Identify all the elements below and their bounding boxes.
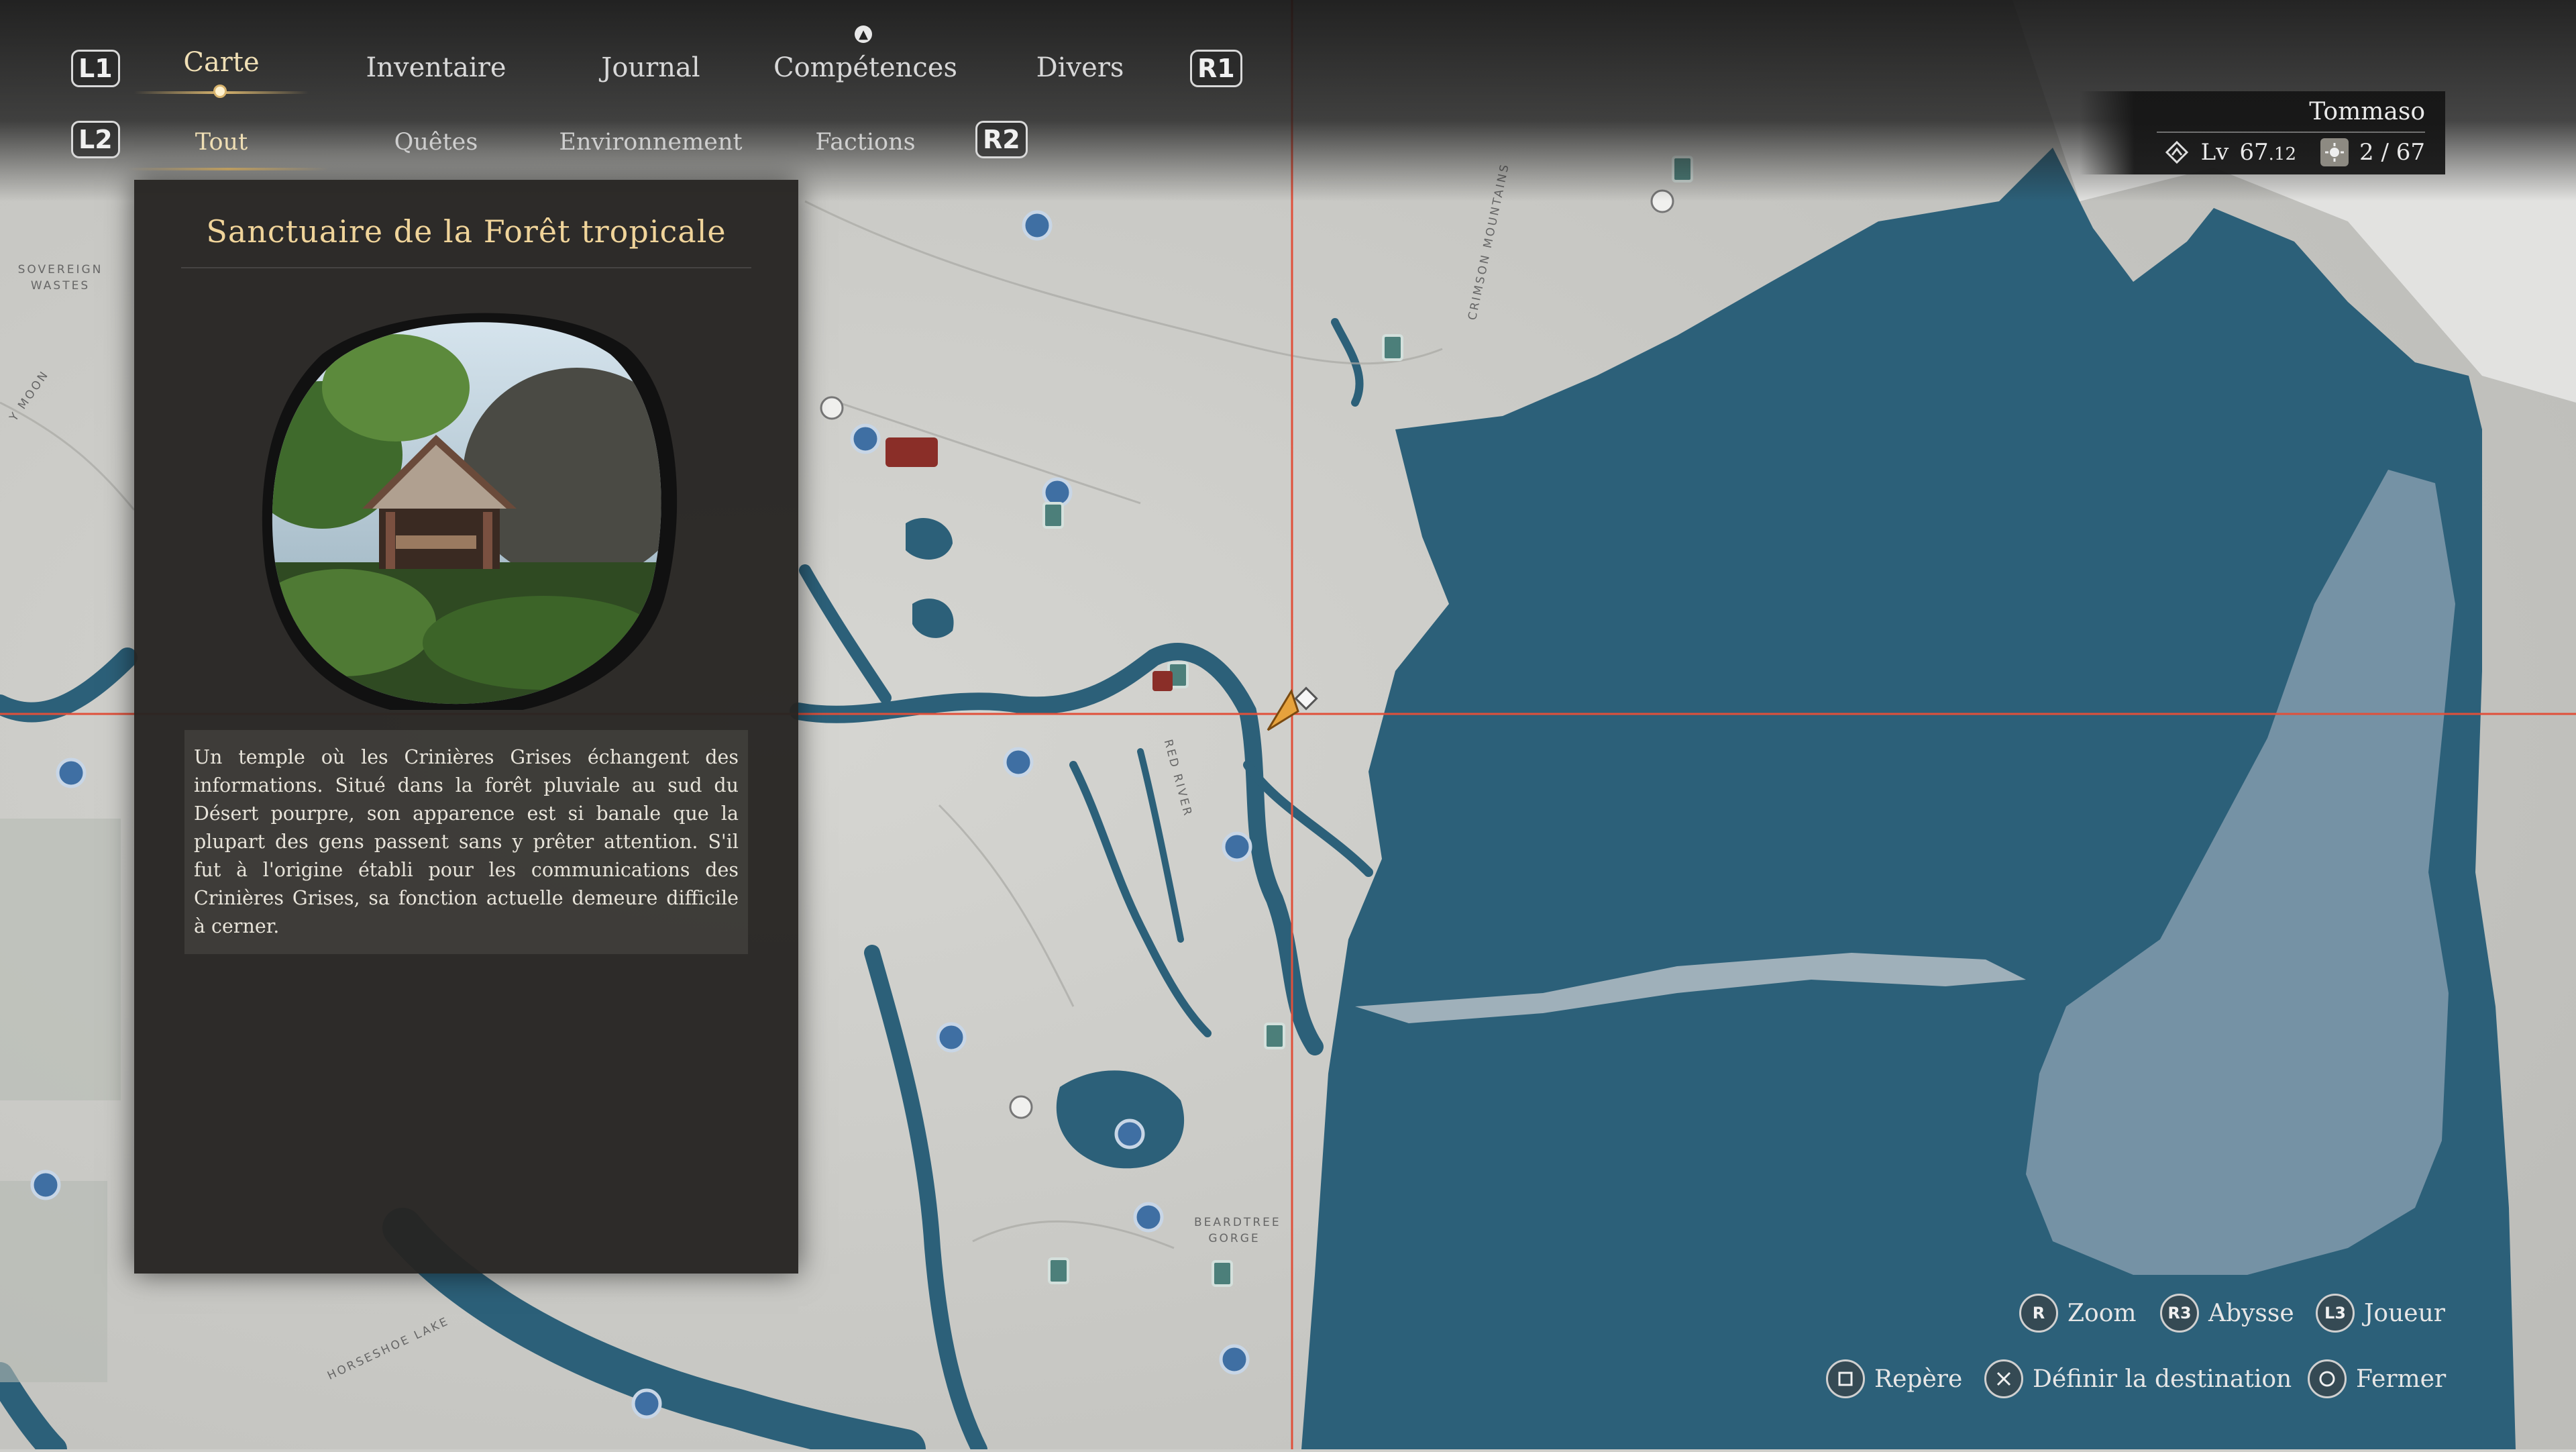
r3-button-icon: R3 xyxy=(2160,1294,2199,1333)
l1-shoulder-button[interactable]: L1 xyxy=(71,50,120,87)
active-subtab-underline xyxy=(127,168,329,170)
tab-competences[interactable]: Compétences xyxy=(773,52,957,83)
circle-button-icon xyxy=(2308,1359,2347,1398)
r2-shoulder-button[interactable]: R2 xyxy=(975,121,1028,158)
location-illustration xyxy=(262,313,678,710)
r1-shoulder-button[interactable]: R1 xyxy=(1190,50,1242,87)
subtab-quetes[interactable]: Quêtes xyxy=(394,129,478,156)
level-icon xyxy=(2163,139,2190,166)
cross-button-icon xyxy=(1984,1359,2023,1398)
abyss-hint[interactable]: R3 Abysse xyxy=(2160,1294,2294,1333)
close-hint[interactable]: Fermer xyxy=(2308,1359,2446,1398)
marker-label: Repère xyxy=(1874,1365,1963,1393)
location-description: Un temple où les Crinières Grises échang… xyxy=(184,730,748,954)
location-info-panel: Sanctuaire de la Forêt tropicale Un temp… xyxy=(134,180,798,1274)
map-label-beardtree-gorge: BEARDTREE GORGE xyxy=(1194,1216,1281,1245)
abyss-label: Abysse xyxy=(2208,1299,2294,1327)
map-label-sovereign-wastes: SOVEREIGN WASTES xyxy=(17,263,103,293)
player-name: Tommaso xyxy=(2309,98,2425,125)
set-destination-hint[interactable]: Définir la destination xyxy=(1984,1359,2292,1398)
tab-journal[interactable]: Journal xyxy=(601,52,700,83)
l3-button-icon: L3 xyxy=(2316,1294,2355,1333)
square-button-icon xyxy=(1826,1359,1865,1398)
player-hint[interactable]: L3 Joueur xyxy=(2316,1294,2445,1333)
location-title: Sanctuaire de la Forêt tropicale xyxy=(206,213,727,250)
skills-notification-icon: ▲ xyxy=(855,25,872,43)
subtab-environnement[interactable]: Environnement xyxy=(559,129,742,156)
tab-inventaire[interactable]: Inventaire xyxy=(366,52,506,83)
level-value: 67.12 xyxy=(2239,139,2296,166)
zoom-hint[interactable]: R Zoom xyxy=(2019,1294,2137,1333)
player-stats: Lv 67.12 2 / 67 xyxy=(2163,138,2425,166)
subtab-tout[interactable]: Tout xyxy=(195,129,248,156)
marker-hint[interactable]: Repère xyxy=(1826,1359,1962,1398)
subtab-factions[interactable]: Factions xyxy=(815,129,915,156)
collectible-count: 2 / 67 xyxy=(2359,139,2425,166)
title-divider xyxy=(181,267,751,268)
player-card-divider xyxy=(2157,132,2425,133)
level-prefix: Lv xyxy=(2200,139,2229,166)
player-card: Tommaso Lv 67.12 2 / 67 xyxy=(2080,91,2445,174)
set-destination-label: Définir la destination xyxy=(2033,1365,2292,1393)
zoom-label: Zoom xyxy=(2068,1299,2137,1327)
close-label: Fermer xyxy=(2356,1365,2447,1393)
player-label: Joueur xyxy=(2364,1299,2445,1327)
collectible-icon xyxy=(2320,138,2349,166)
tab-divers[interactable]: Divers xyxy=(1036,52,1124,83)
active-tab-indicator xyxy=(213,85,227,98)
tab-carte[interactable]: Carte xyxy=(183,47,259,78)
right-stick-icon: R xyxy=(2019,1294,2058,1333)
l2-shoulder-button[interactable]: L2 xyxy=(71,121,120,158)
